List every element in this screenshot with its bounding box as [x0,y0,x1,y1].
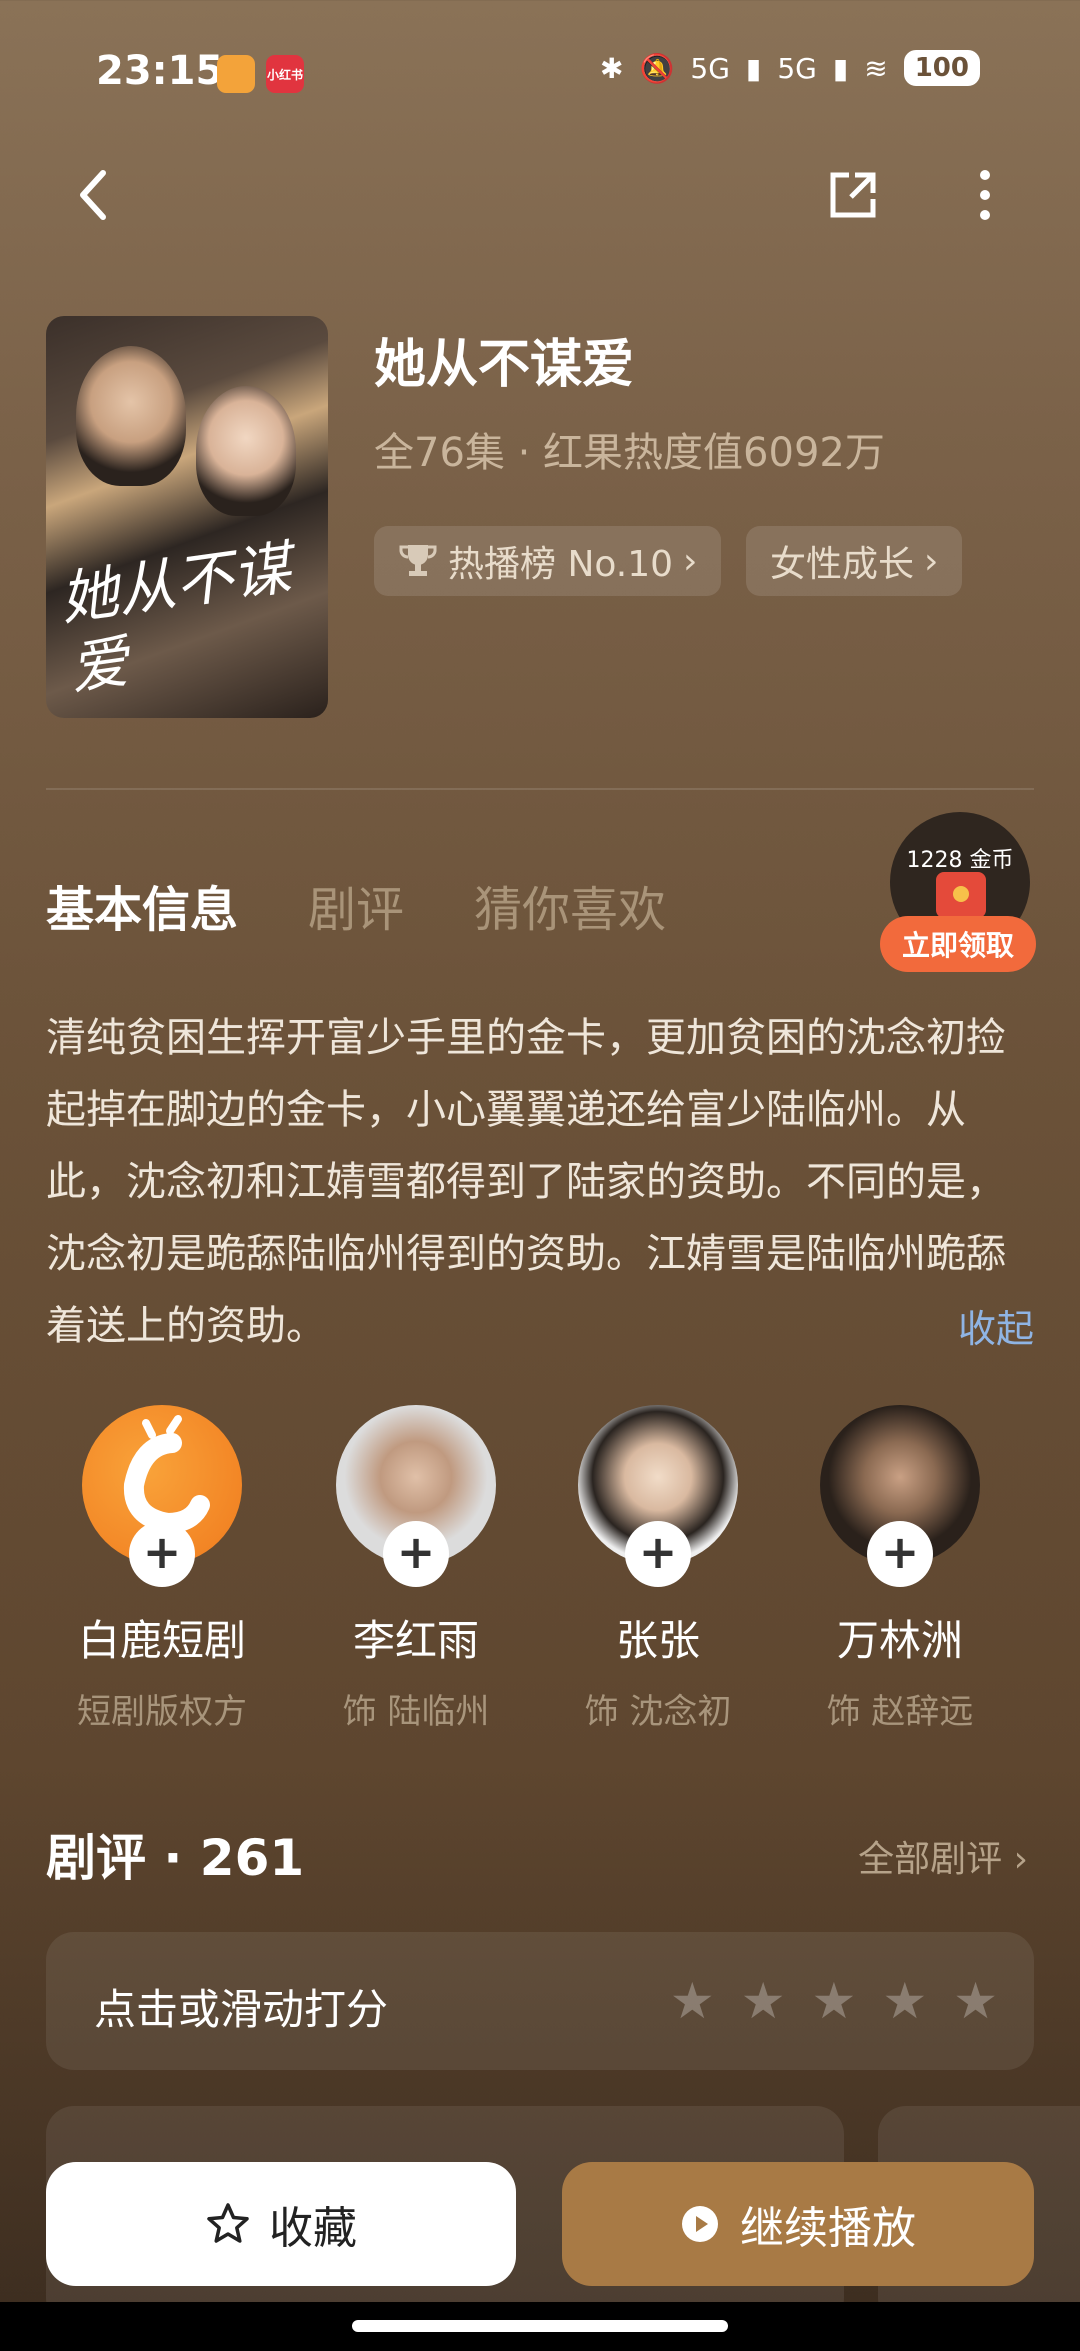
cast-name: 张张 [615,1616,700,1665]
cast-role: 饰 沈念初 [584,1692,732,1732]
follow-plus-icon[interactable]: + [625,1521,691,1587]
battery-indicator: 100 [903,50,980,86]
trophy-icon [399,545,437,576]
tab-basic-info[interactable]: 基本信息 [46,870,238,940]
star-icon[interactable]: ★ [953,1972,998,2030]
star-icon[interactable]: ★ [670,1972,715,2030]
follow-plus-icon[interactable]: + [867,1521,933,1587]
coin-reward-widget[interactable]: 1228 金币 立即领取 [880,812,1040,972]
tab-recommend[interactable]: 猜你喜欢 [474,870,666,940]
avatar: + [82,1405,242,1587]
cast-item[interactable]: + 张张 饰 沈念初 [568,1405,748,1733]
coin-amount: 1228 金币 [906,848,1014,873]
star-icon[interactable]: ★ [812,1972,857,2030]
reviews-heading: 剧评 · 261 [46,1829,305,1887]
cast-name: 李红雨 [352,1616,479,1665]
tag-female-growth[interactable]: 女性成长 › [746,526,963,596]
cast-item[interactable]: + 李红雨 饰 陆临州 [326,1405,506,1733]
continue-play-button[interactable]: 继续播放 [562,2162,1034,2286]
cast-item[interactable]: + 白鹿短剧 短剧版权方 [72,1405,252,1733]
drama-title: 她从不谋爱 [374,335,635,395]
avatar: + [336,1405,496,1587]
avatar: + [820,1405,980,1587]
play-icon [682,2206,718,2242]
tag-female-growth-label: 女性成长 [770,544,915,585]
all-reviews-link[interactable]: 全部剧评 › [858,1830,1028,1882]
mute-icon: 🔕 [639,51,675,85]
app-notification-icon [217,55,255,93]
drama-description: 清纯贫困生挥开富少手里的金卡，更加贫困的沈念初捡起掉在脚边的金卡，小心翼翼递还给… [46,1015,1006,1349]
star-icon[interactable]: ★ [882,1972,927,2030]
chevron-left-icon [80,170,106,220]
drama-poster[interactable]: 她从不谋爱 [46,316,328,718]
rating-box[interactable]: 点击或滑动打分 ★ ★ ★ ★ ★ [46,1932,1034,2070]
collect-label: 收藏 [269,2203,357,2254]
more-button[interactable] [950,160,1020,230]
star-outline-icon [207,2203,249,2243]
section-divider [46,788,1034,790]
detail-tabs: 基本信息 剧评 猜你喜欢 [46,870,666,940]
rating-prompt: 点击或滑动打分 [94,1985,389,2034]
claim-coins-button[interactable]: 立即领取 [880,916,1036,972]
status-icons: ✱ 🔕 5G ▮ 5G ▮ ≋ 100 [600,50,980,86]
tab-reviews[interactable]: 剧评 [308,870,404,940]
avatar: + [578,1405,738,1587]
poster-title-art: 她从不谋爱 [55,533,295,703]
cast-role: 饰 赵辞远 [826,1692,974,1732]
signal-icon-2: ▮ [832,51,849,85]
follow-plus-icon[interactable]: + [129,1521,195,1587]
home-indicator[interactable] [352,2320,728,2332]
xiaohongshu-notification-icon: 小红书 [266,55,304,93]
chevron-right-icon: › [924,540,939,582]
collapse-link[interactable]: 收起 [958,1298,1034,1353]
more-vertical-icon [980,170,990,220]
cast-name: 万林洲 [836,1616,963,1665]
wifi-icon: ≋ [864,51,888,85]
star-icon[interactable]: ★ [741,1972,786,2030]
tag-hot-rank[interactable]: 热播榜 No.10 › [374,526,722,596]
cast-role: 短剧版权方 [77,1692,247,1732]
share-button[interactable] [818,160,888,230]
red-envelope-icon [936,872,986,918]
network-5g-label: 5G [690,51,730,85]
rating-stars[interactable]: ★ ★ ★ ★ ★ [670,1972,998,2030]
cast-name: 白鹿短剧 [77,1616,246,1665]
collect-button[interactable]: 收藏 [46,2162,516,2286]
bluetooth-icon: ✱ [600,51,624,85]
cast-role: 饰 陆临州 [342,1692,490,1732]
poster-figure-female [196,386,296,516]
chevron-right-icon: › [683,540,698,582]
status-time: 23:15 [96,48,224,94]
network-5g-label-2: 5G [777,51,817,85]
share-icon [830,172,876,218]
signal-icon: ▮ [745,51,762,85]
drama-meta: 全76集 · 红果热度值6092万 [374,430,885,476]
back-button[interactable] [58,160,128,230]
continue-play-label: 继续播放 [740,2203,916,2254]
cast-item[interactable]: + 万林洲 饰 赵辞远 [810,1405,990,1733]
follow-plus-icon[interactable]: + [383,1521,449,1587]
poster-figure-male [76,346,186,486]
tag-hot-rank-label: 热播榜 No.10 [448,544,674,585]
